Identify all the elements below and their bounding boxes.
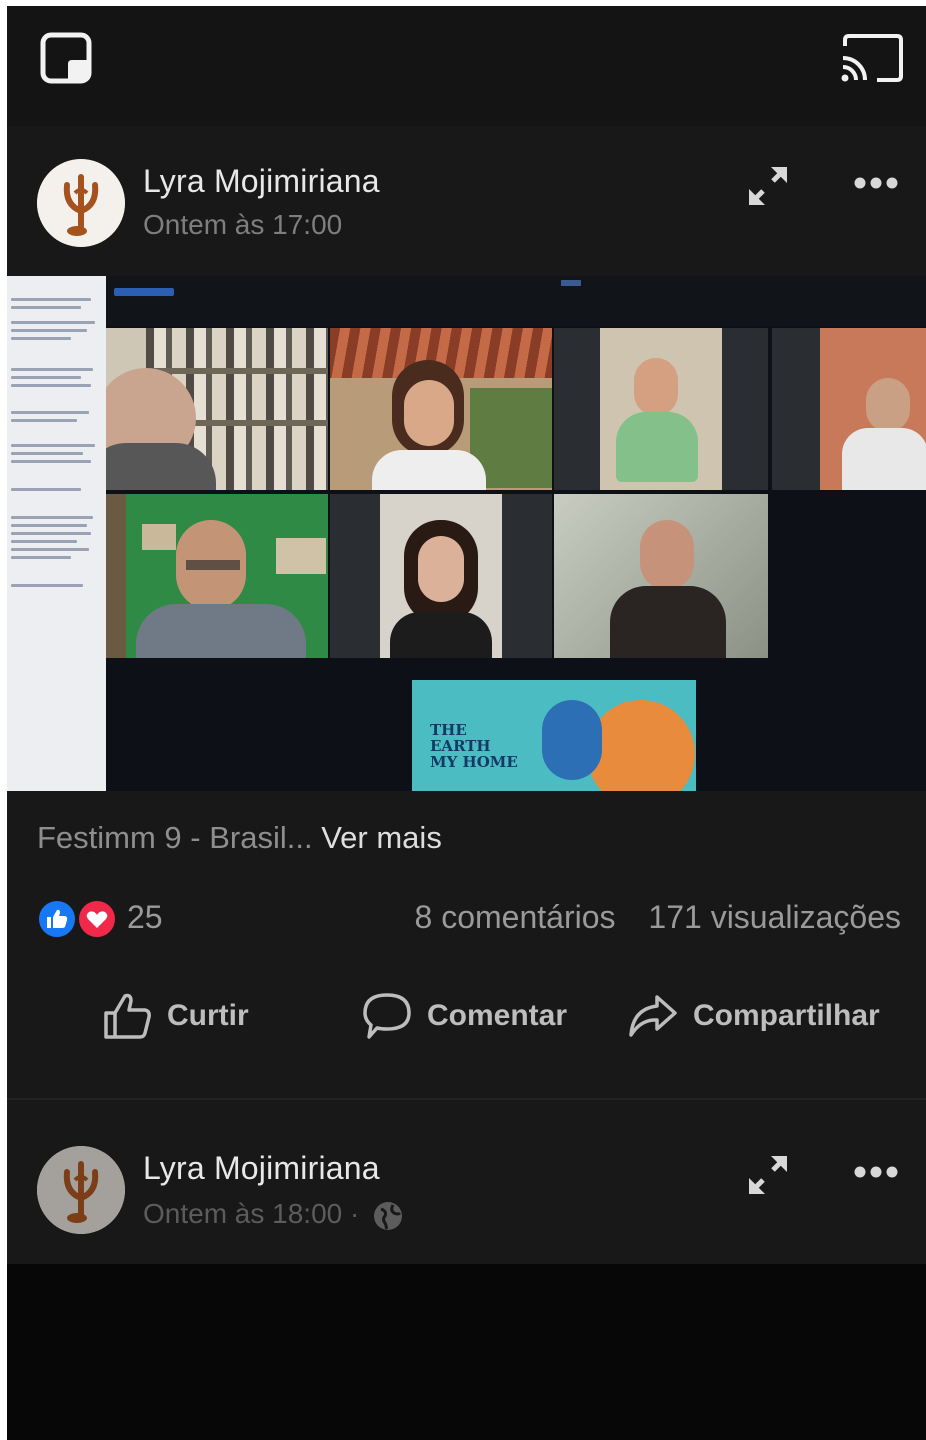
post-caption: Festimm 9 - Brasil... Ver mais [37,820,442,856]
page-avatar[interactable] [37,159,125,247]
post-author[interactable]: Lyra Mojimiriana [143,163,380,200]
participant-tile [106,328,328,490]
page-avatar[interactable] [37,1146,125,1234]
app-screen: Lyra Mojimiriana Ontem às 17:00 THE EART… [7,6,926,1440]
banner-text: THE EARTH MY HOME [430,721,518,771]
love-icon [77,899,117,939]
expand-icon[interactable] [745,163,791,209]
post-time-text[interactable]: Ontem às 18:00 · [143,1198,359,1229]
caption-text: Festimm 9 - Brasil... [37,820,313,855]
more-options-icon[interactable] [853,1162,899,1182]
participant-tile [554,494,768,658]
reaction-icons[interactable] [37,899,121,939]
next-video-area[interactable] [7,1264,926,1440]
shared-document [7,276,106,791]
cast-icon[interactable] [839,32,905,84]
participant-tile [554,328,768,490]
globe-icon [374,1201,403,1230]
lyre-logo-icon [37,1146,125,1234]
share-label: Compartilhar [693,999,880,1032]
like-button[interactable]: Curtir [103,986,249,1046]
participant-tile [330,494,552,658]
post-author[interactable]: Lyra Mojimiriana [143,1150,380,1187]
reaction-count[interactable]: 25 [127,899,163,936]
video-player[interactable]: THE EARTH MY HOME [7,276,926,791]
participant-tile [106,494,328,658]
post-header: Lyra Mojimiriana Ontem às 18:00 · [7,1130,926,1265]
participant-tile [330,328,552,490]
like-label: Curtir [167,999,249,1032]
see-more-link[interactable]: Ver mais [321,820,442,855]
meeting-toolbar [106,276,926,326]
video-top-bar [7,6,926,126]
expand-icon[interactable] [745,1152,791,1198]
post-divider [7,1098,926,1100]
post-stats: 8 comentários 171 visualizações [415,899,901,936]
comment-label: Comentar [427,999,568,1032]
post-time: Ontem às 18:00 · [143,1198,403,1231]
views-count: 171 visualizações [648,899,901,935]
share-button[interactable]: Compartilhar [627,986,880,1046]
picture-in-picture-icon[interactable] [40,32,92,84]
lyre-logo-icon [37,159,125,247]
shared-banner: THE EARTH MY HOME [412,680,696,791]
comment-button[interactable]: Comentar [361,986,567,1046]
comment-icon [363,993,411,1039]
comments-count[interactable]: 8 comentários [415,899,616,935]
post-time[interactable]: Ontem às 17:00 [143,209,342,241]
post-header: Lyra Mojimiriana Ontem às 17:00 [7,141,926,276]
post-actions: Curtir Comentar Compartilhar [7,986,926,1046]
participant-tile [772,328,926,490]
share-icon [629,995,677,1037]
like-icon [37,899,77,939]
thumbs-up-icon [104,993,151,1039]
more-options-icon[interactable] [853,173,899,193]
